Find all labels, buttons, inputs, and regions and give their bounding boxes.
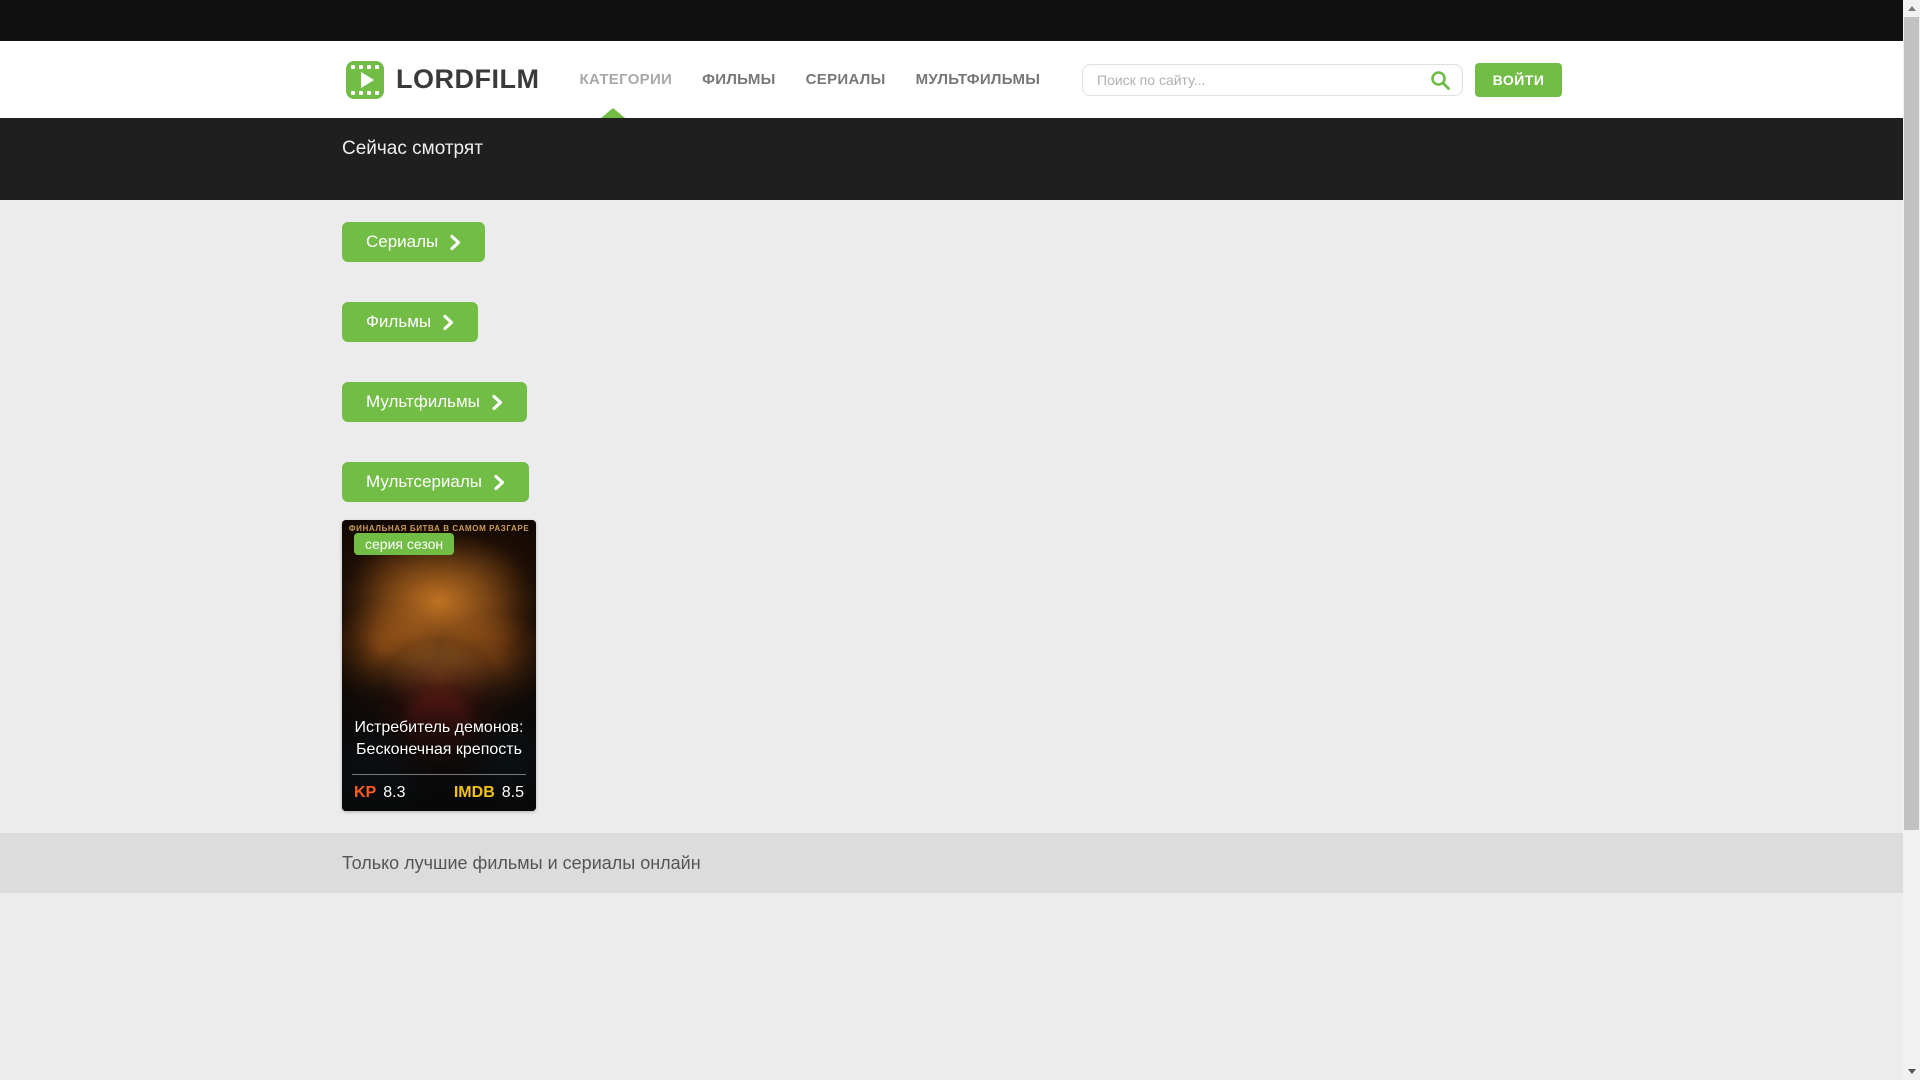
ratings-divider	[352, 774, 526, 775]
category-row: Фильмы	[342, 302, 1561, 382]
category-button-cartoon-series[interactable]: Мультсериалы	[342, 462, 530, 502]
card-overlay: Истребитель демонов: Бесконечная крепост…	[342, 520, 536, 811]
nav-item-categories[interactable]: КАТЕГОРИИ	[579, 71, 672, 88]
kp-rating: KP 8.3	[354, 784, 405, 802]
nav-item-cartoons[interactable]: МУЛЬТФИЛЬМЫ	[916, 71, 1041, 88]
nav-item-films[interactable]: ФИЛЬМЫ	[702, 71, 776, 88]
episode-season-badge: серия сезон	[354, 533, 455, 555]
site-search	[1082, 63, 1463, 96]
top-dark-spacer	[0, 0, 1903, 41]
search-input[interactable]	[1082, 63, 1463, 96]
section-title: Сейчас смотрят	[342, 138, 483, 159]
footer-tagline: Только лучшие фильмы и сериалы онлайн	[342, 852, 701, 873]
now-watching-band: Сейчас смотрят	[0, 108, 1903, 200]
arrow-up-icon	[1907, 6, 1916, 11]
movie-card[interactable]: ФИНАЛЬНАЯ БИТВА В САМОМ РАЗГАРЕ серия се…	[342, 520, 536, 811]
brand-logo[interactable]: LORDFILM	[346, 60, 540, 99]
chevron-right-icon	[494, 474, 505, 490]
category-button-series[interactable]: Сериалы	[342, 222, 486, 262]
main-content: Сериалы Фильмы Мультфильмы Мультсериалы …	[0, 200, 1903, 833]
category-row: Мультфильмы	[342, 382, 1561, 462]
main-nav: КАТЕГОРИИ ФИЛЬМЫ СЕРИАЛЫ МУЛЬТФИЛЬМЫ	[579, 71, 1070, 88]
play-icon	[360, 71, 374, 88]
category-label: Мультфильмы	[366, 392, 480, 411]
category-button-films[interactable]: Фильмы	[342, 302, 479, 342]
kp-value: 8.3	[383, 784, 406, 801]
logo-text: LORDFILM	[396, 64, 540, 94]
category-label: Сериалы	[366, 232, 439, 251]
category-label: Мультсериалы	[366, 472, 483, 491]
filmstrip-dots-top	[351, 64, 379, 69]
bottom-filler	[0, 893, 1903, 1080]
imdb-value: 8.5	[501, 784, 524, 801]
scrollbar-up-button[interactable]	[1903, 0, 1920, 17]
footer-tagline-band: Только лучшие фильмы и сериалы онлайн	[0, 833, 1903, 893]
category-row: Сериалы	[342, 222, 1561, 302]
category-label: Фильмы	[366, 312, 432, 331]
imdb-label: IMDB	[453, 784, 495, 801]
category-button-cartoons[interactable]: Мультфильмы	[342, 382, 527, 422]
chevron-right-icon	[492, 394, 502, 410]
film-play-logo-icon	[346, 60, 384, 99]
scrollbar-thumb[interactable]	[1904, 17, 1919, 830]
login-button[interactable]: ВОЙТИ	[1475, 62, 1562, 97]
chevron-right-icon	[443, 314, 454, 330]
ratings-row: KP 8.3 IMDB 8.5	[342, 784, 536, 802]
scrollbar-down-button[interactable]	[1903, 1063, 1920, 1080]
kp-label: KP	[354, 784, 377, 801]
chevron-right-icon	[450, 234, 461, 250]
page-viewport: LORDFILM КАТЕГОРИИ ФИЛЬМЫ СЕРИАЛЫ МУЛЬТФ…	[0, 0, 1903, 1080]
movie-title: Истребитель демонов: Бесконечная крепост…	[354, 719, 524, 758]
category-row: Мультсериалы	[342, 462, 1561, 520]
active-nav-arrow-icon	[601, 108, 625, 118]
arrow-down-icon	[1907, 1069, 1916, 1074]
filmstrip-dots-bottom	[351, 90, 379, 95]
vertical-scrollbar[interactable]	[1903, 0, 1920, 1080]
imdb-rating: IMDB 8.5	[454, 784, 524, 802]
site-header: LORDFILM КАТЕГОРИИ ФИЛЬМЫ СЕРИАЛЫ МУЛЬТФ…	[0, 41, 1903, 118]
nav-item-series[interactable]: СЕРИАЛЫ	[806, 71, 886, 88]
search-icon[interactable]	[1430, 70, 1451, 91]
